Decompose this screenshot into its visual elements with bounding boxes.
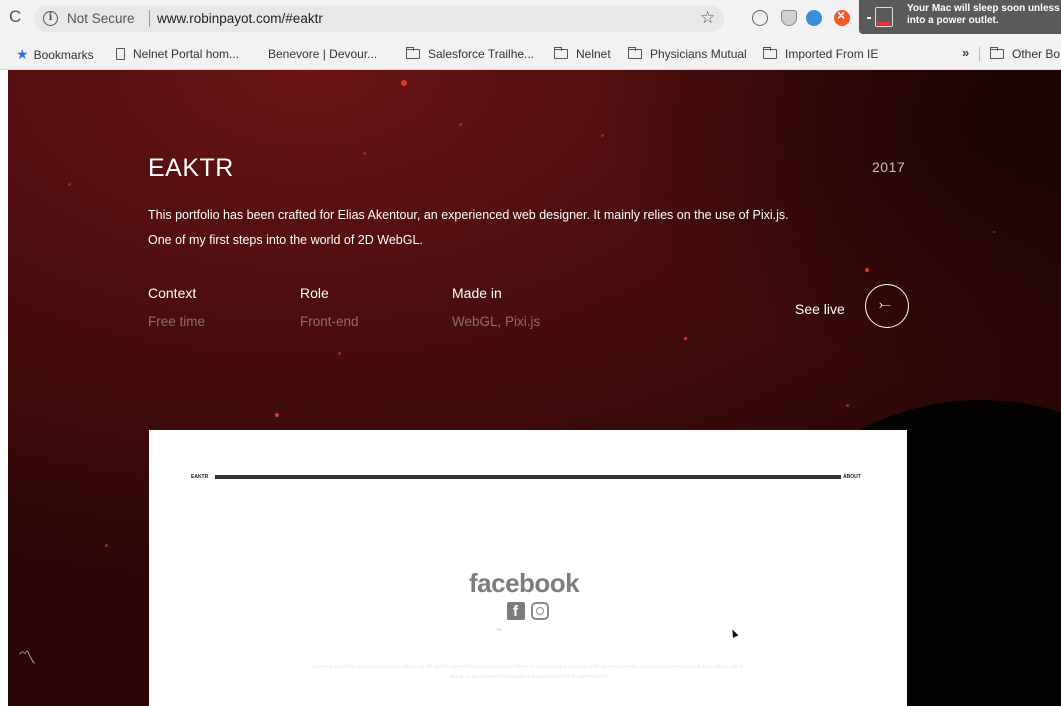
meta-value: Free time (148, 314, 206, 329)
bookmark-star-icon[interactable]: ☆ (700, 8, 715, 28)
meta-label: Role (300, 285, 329, 301)
particle (846, 404, 849, 407)
folder-icon (628, 47, 642, 59)
shield-icon[interactable] (781, 10, 797, 26)
preview-body-text: Lorem ipsum dolor sit amet consectetur a… (313, 664, 743, 680)
battery-icon (875, 7, 893, 27)
see-live-button[interactable]: ⤚ (865, 284, 909, 328)
project-description: This portfolio has been crafted for Elia… (148, 203, 908, 253)
meta-label: Made in (452, 285, 502, 301)
notification-dot (867, 17, 871, 19)
particle (338, 352, 341, 355)
bookmark-nelnet-portal[interactable]: Nelnet Portal hom... (116, 47, 239, 61)
reload-icon[interactable]: C (9, 6, 21, 28)
notification-text: Your Mac will sleep soon unless pluggedi… (907, 3, 1061, 26)
particle (1042, 544, 1045, 547)
bookmarks-divider (979, 47, 980, 61)
bookmark-other[interactable]: Other Bo (990, 47, 1060, 61)
description-line: One of my first steps into the world of … (148, 233, 423, 247)
preview-progress-bar (215, 475, 841, 479)
bookmarks-overflow-button[interactable]: » (962, 45, 969, 60)
bookmarks-bar: ★ Bookmarks Nelnet Portal hom... Benevore… (0, 38, 1061, 70)
meta-role: Role Front-end (300, 284, 359, 331)
particle (105, 544, 108, 547)
folder-icon (990, 47, 1004, 59)
tracker-icon[interactable] (752, 10, 768, 26)
preview-caption: Fb (497, 627, 502, 632)
facebook-icon (507, 602, 525, 620)
cloud-icon[interactable] (806, 10, 822, 26)
preview-brand: EAKTR (191, 474, 209, 480)
meta-label: Context (148, 285, 197, 301)
ublock-icon[interactable] (834, 7, 850, 26)
preview-about-link: ABOUT (843, 474, 861, 480)
address-divider (149, 10, 150, 27)
particle (601, 134, 604, 137)
see-live-link[interactable]: See live (795, 301, 845, 317)
page-icon (116, 48, 125, 60)
folder-icon (763, 47, 777, 59)
particle (401, 80, 407, 86)
bookmark-physicians-mutual[interactable]: Physicians Mutual (628, 47, 747, 61)
particle (275, 413, 279, 417)
particle (684, 337, 687, 340)
meta-made-in: Made in WebGL, Pixi.js (452, 284, 540, 331)
folder-icon (406, 47, 420, 59)
description-line: This portfolio has been crafted for Elia… (148, 208, 789, 222)
browser-toolbar: C i Not Secure www.robinpayot.com/#eaktr… (0, 0, 1061, 38)
instagram-icon (531, 602, 549, 620)
sleep-notification[interactable]: Your Mac will sleep soon unless pluggedi… (859, 0, 1061, 34)
meta-value: WebGL, Pixi.js (452, 314, 541, 329)
project-title: EAKTR (148, 154, 234, 182)
preview-facebook-logo: facebook (469, 568, 580, 598)
arrow-right-icon: ⤚ (879, 296, 892, 313)
particle (363, 152, 366, 155)
bookmark-imported-from-ie[interactable]: Imported From IE (763, 47, 878, 61)
particle (68, 183, 71, 186)
bookmark-nelnet[interactable]: Nelnet (554, 47, 611, 61)
folder-icon (554, 47, 568, 59)
project-preview[interactable]: EAKTR ABOUT facebook Fb Lorem ipsum dolo… (149, 430, 907, 706)
bookmark-benevore[interactable]: Benevore | Devour... (268, 47, 377, 61)
project-year: 2017 (872, 159, 906, 175)
bookmark-salesforce[interactable]: Salesforce Trailhe... (406, 47, 534, 61)
url-text[interactable]: www.robinpayot.com/#eaktr (157, 10, 323, 27)
wave-icon[interactable]: 〽 (18, 644, 36, 670)
address-bar[interactable]: i Not Secure www.robinpayot.com/#eaktr ☆ (34, 5, 724, 32)
portfolio-page: EAKTR 2017 This portfolio has been craft… (8, 70, 1061, 706)
meta-value: Front-end (300, 314, 359, 329)
meta-context: Context Free time (148, 284, 205, 331)
particle (865, 268, 869, 272)
particle (459, 123, 462, 126)
info-icon[interactable]: i (43, 11, 58, 26)
bookmark-bookmarks[interactable]: ★ Bookmarks (16, 47, 94, 62)
star-icon: ★ (16, 46, 29, 62)
particle (993, 231, 995, 233)
security-status[interactable]: Not Secure (67, 10, 135, 27)
